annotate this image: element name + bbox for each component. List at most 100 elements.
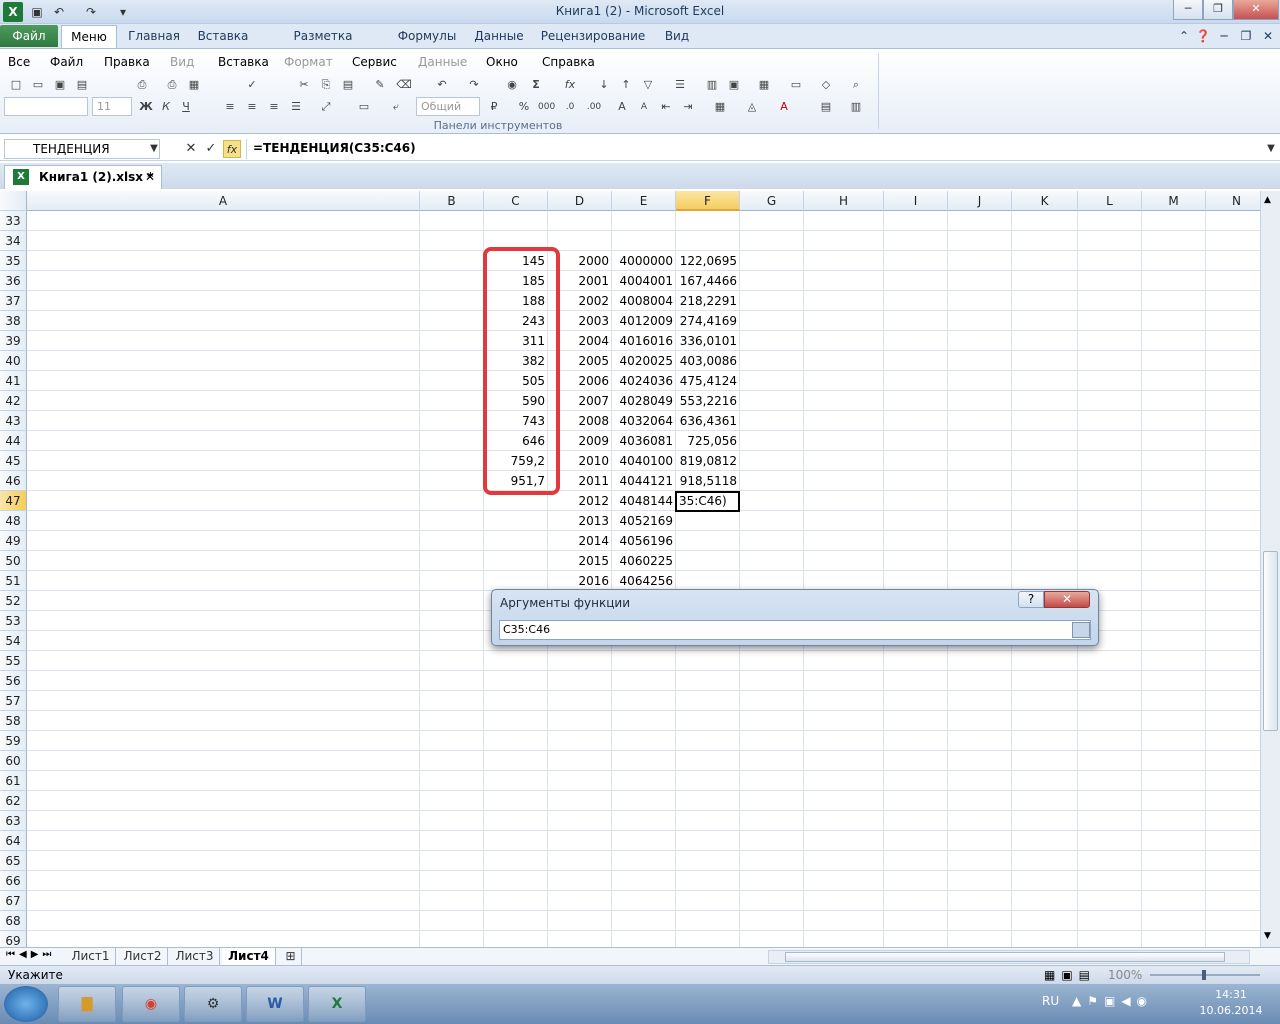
row-header-54[interactable]: 54: [0, 631, 27, 651]
tab-insert[interactable]: Вставка: [192, 24, 254, 48]
column-header-i[interactable]: I: [884, 191, 948, 211]
row-header-50[interactable]: 50: [0, 551, 27, 571]
row-header-44[interactable]: 44: [0, 431, 27, 451]
row-header-34[interactable]: 34: [0, 231, 27, 251]
chrome-icon[interactable]: ◉: [122, 986, 180, 1022]
start-button[interactable]: [4, 986, 48, 1022]
cell-e[interactable]: 4016016: [612, 331, 676, 351]
zoom-level[interactable]: 100%: [1108, 966, 1142, 984]
menu-help[interactable]: Справка: [542, 53, 595, 71]
tab-data[interactable]: Данные: [470, 24, 528, 48]
cell-d[interactable]: 2014: [548, 531, 612, 551]
clock-date[interactable]: 10.06.2014: [1196, 1004, 1266, 1017]
sheet-tab-1[interactable]: Лист1: [66, 948, 116, 965]
enter-icon[interactable]: ✓: [202, 140, 220, 158]
insert-sheet-icon[interactable]: ⊞: [280, 948, 302, 965]
row-header-33[interactable]: 33: [0, 211, 27, 231]
cell-e[interactable]: 4004001: [612, 271, 676, 291]
dialog-range-input[interactable]: C35:C46: [499, 620, 1091, 640]
tray-icons[interactable]: ▲⚑▣◀◉: [1072, 994, 1153, 1008]
column-header-m[interactable]: M: [1142, 191, 1206, 211]
cell-f[interactable]: 274,4169: [676, 311, 740, 331]
sort-desc-icon[interactable]: ↑: [618, 77, 634, 93]
scroll-down-icon[interactable]: ▼: [1264, 931, 1271, 941]
row-header-60[interactable]: 60: [0, 751, 27, 771]
scroll-up-icon[interactable]: ▲: [1264, 195, 1271, 205]
cell-e[interactable]: 4040100: [612, 451, 676, 471]
cell-styles-icon[interactable]: ▥: [848, 99, 864, 115]
copy-icon[interactable]: ⎘: [318, 77, 334, 93]
chart-icon[interactable]: ▥: [704, 77, 720, 93]
borders2-icon[interactable]: ▦: [712, 99, 728, 115]
clock-time[interactable]: 14:31: [1196, 988, 1266, 1001]
minimize-button[interactable]: ─: [1173, 0, 1203, 20]
new-icon[interactable]: □: [8, 77, 24, 93]
thousands-icon[interactable]: 000: [538, 99, 555, 115]
cell-e[interactable]: 4044121: [612, 471, 676, 491]
doc-close-icon[interactable]: ✕: [1260, 24, 1276, 48]
row-header-57[interactable]: 57: [0, 691, 27, 711]
sheet-nav-icon[interactable]: ⏮◀▶⏭: [6, 949, 55, 960]
view-buttons-icon[interactable]: ▦▣▤: [1044, 966, 1096, 984]
word-icon[interactable]: W: [246, 986, 304, 1022]
cell-e[interactable]: 4024036: [612, 371, 676, 391]
align-center-icon[interactable]: ≡: [244, 99, 260, 115]
row-header-67[interactable]: 67: [0, 891, 27, 911]
sheet-tab-2[interactable]: Лист2: [118, 948, 168, 965]
preview-icon[interactable]: ▦: [186, 77, 202, 93]
tab-home[interactable]: Главная: [124, 24, 184, 48]
percent-icon[interactable]: %: [516, 99, 532, 115]
cancel-icon[interactable]: ✕: [182, 140, 200, 158]
picture-icon[interactable]: ▣: [726, 77, 742, 93]
expand-dialog-icon[interactable]: [1072, 622, 1090, 638]
row-header-36[interactable]: 36: [0, 271, 27, 291]
menu-all[interactable]: Все: [8, 53, 30, 71]
cell-e[interactable]: 4008004: [612, 291, 676, 311]
increase-decimal-icon[interactable]: .0: [562, 99, 578, 115]
decrease-font-icon[interactable]: A: [636, 99, 652, 115]
spelling-icon[interactable]: ✓: [244, 77, 260, 93]
decrease-indent-icon[interactable]: ⇤: [658, 99, 674, 115]
tab-review[interactable]: Рецензирование: [536, 24, 650, 48]
number-format-combo[interactable]: Общий: [416, 97, 480, 116]
clear-icon[interactable]: ⌫: [396, 77, 412, 93]
justify-icon[interactable]: ☰: [288, 99, 304, 115]
row-header-64[interactable]: 64: [0, 831, 27, 851]
doc-restore-icon[interactable]: ❐: [1238, 24, 1254, 48]
hyperlink-icon[interactable]: ◉: [504, 77, 520, 93]
tab-file[interactable]: Файл: [0, 25, 58, 47]
column-header-b[interactable]: B: [420, 191, 484, 211]
name-box[interactable]: ТЕНДЕНЦИЯ: [4, 139, 160, 159]
cell-e[interactable]: 4064256: [612, 571, 676, 591]
row-header-49[interactable]: 49: [0, 531, 27, 551]
row-header-61[interactable]: 61: [0, 771, 27, 791]
row-header-51[interactable]: 51: [0, 571, 27, 591]
print-preview-icon[interactable]: ⎙: [134, 77, 150, 93]
save-icon[interactable]: ▣: [52, 77, 68, 93]
close-button[interactable]: ✕: [1233, 0, 1279, 20]
cell-e[interactable]: 4056196: [612, 531, 676, 551]
row-header-62[interactable]: 62: [0, 791, 27, 811]
shapes-icon[interactable]: ◇: [818, 77, 834, 93]
merge-icon[interactable]: ▭: [356, 99, 372, 115]
name-box-dropdown-icon[interactable]: ▼: [145, 140, 163, 158]
fill-color-icon[interactable]: ◬: [744, 99, 760, 115]
row-header-35[interactable]: 35: [0, 251, 27, 271]
format-painter-icon[interactable]: ✎: [372, 77, 388, 93]
cell-f[interactable]: 725,056: [676, 431, 740, 451]
cell-f[interactable]: 218,2291: [676, 291, 740, 311]
menu-data[interactable]: Данные: [418, 53, 467, 71]
steam-icon[interactable]: ⚙: [184, 986, 242, 1022]
orientation-icon[interactable]: ⤢: [318, 99, 334, 115]
zoom-icon[interactable]: ⌕: [848, 77, 864, 93]
menu-edit[interactable]: Правка: [104, 53, 150, 71]
subtotal-icon[interactable]: ☰: [672, 77, 688, 93]
formula-expand-icon[interactable]: ▼: [1262, 140, 1280, 158]
cell-e[interactable]: 4048144: [612, 491, 676, 511]
paste-icon[interactable]: ▤: [340, 77, 356, 93]
cell-e[interactable]: 4012009: [612, 311, 676, 331]
cell-e[interactable]: 4020025: [612, 351, 676, 371]
open-icon[interactable]: ▭: [30, 77, 46, 93]
column-header-f[interactable]: F: [676, 191, 740, 211]
column-header-c[interactable]: C: [484, 191, 548, 211]
